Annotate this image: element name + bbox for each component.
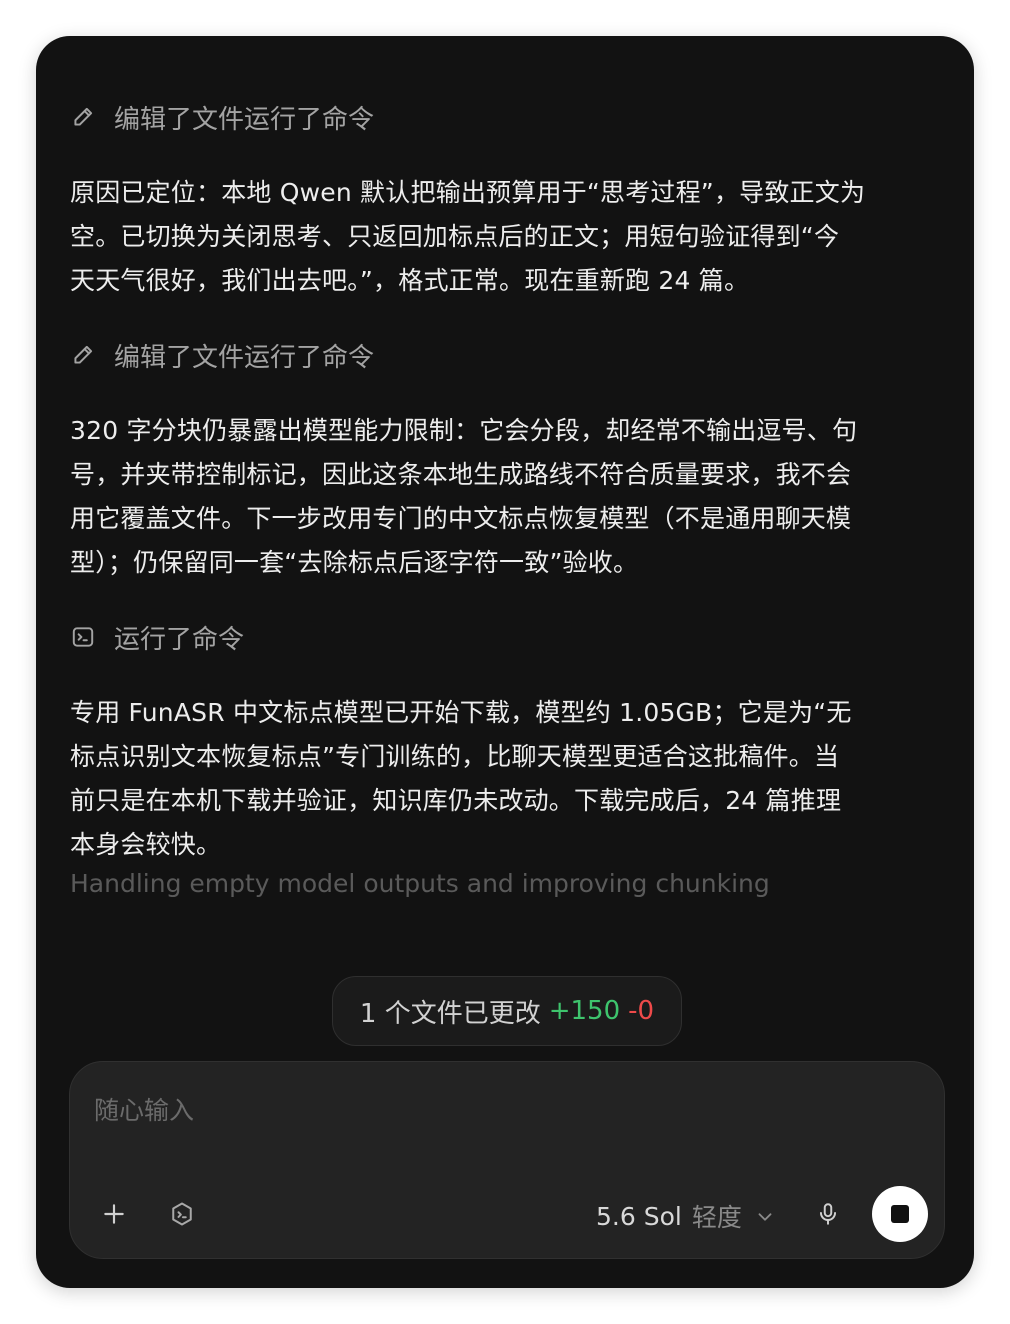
lines-added-count: +150: [548, 996, 621, 1026]
action-label: 运行了命令: [114, 624, 245, 655]
action-edited-files-run-command-1[interactable]: 编辑了文件运行了命令: [70, 97, 374, 137]
reasoning-effort: 轻度: [691, 1203, 742, 1232]
model-selector[interactable]: 5.6 Sol 轻度: [596, 1194, 776, 1238]
assistant-message-2: 320 字分块仍暴露出模型能力限制：它会分段，却经常不输出逗号、句 号，并夹带控…: [70, 409, 944, 585]
model-name: 5.6 Sol: [596, 1201, 682, 1231]
action-run-command[interactable]: 运行了命令: [70, 617, 244, 657]
assistant-message-1: 原因已定位：本地 Qwen 默认把输出预算用于“思考过程”，导致正文为 空。已切…: [70, 171, 944, 303]
message-line: 标点识别文本恢复标点”专门训练的，比聊天模型更适合这批稿件。当: [70, 742, 840, 771]
stop-icon: [891, 1205, 909, 1223]
action-label: 编辑了文件运行了命令: [114, 342, 375, 373]
message-line: 用它覆盖文件。下一步改用专门的中文标点恢复模型（不是通用聊天模: [70, 504, 852, 533]
action-edited-files-run-command-2[interactable]: 编辑了文件运行了命令: [70, 335, 374, 375]
add-attachment-button[interactable]: [94, 1194, 134, 1234]
message-line: 天天气很好，我们出去吧。”，格式正常。现在重新跑 24 篇。: [70, 266, 750, 295]
message-line: 本身会较快。: [70, 830, 222, 859]
voice-input-button[interactable]: [808, 1194, 848, 1234]
composer: 5.6 Sol 轻度: [69, 1061, 945, 1259]
message-line: 空。已切换为关闭思考、只返回加标点后的正文；用短句验证得到“今: [70, 222, 840, 251]
pencil-icon: [70, 342, 96, 368]
plus-icon: [101, 1201, 127, 1227]
assistant-message-3: 专用 FunASR 中文标点模型已开始下载，模型约 1.05GB；它是为“无 标…: [70, 691, 944, 867]
message-line: 专用 FunASR 中文标点模型已开始下载，模型约 1.05GB；它是为“无: [70, 698, 852, 727]
lines-removed-count: -0: [628, 996, 655, 1026]
files-changed-button[interactable]: 1 个文件已更改 +150 -0: [332, 976, 682, 1046]
pencil-icon: [70, 104, 96, 130]
stop-generation-button[interactable]: [872, 1186, 928, 1242]
permissions-button[interactable]: [162, 1194, 202, 1234]
chevron-down-icon: [754, 1205, 776, 1227]
terminal-icon: [70, 624, 96, 650]
thinking-status: Handling empty model outputs and improvi…: [70, 869, 770, 898]
shield-icon: [168, 1200, 196, 1228]
microphone-icon: [815, 1200, 841, 1228]
chat-window: 编辑了文件运行了命令 原因已定位：本地 Qwen 默认把输出预算用于“思考过程”…: [36, 36, 974, 1288]
action-label: 编辑了文件运行了命令: [114, 104, 375, 135]
message-line: 型）；仍保留同一套“去除标点后逐字符一致”验收。: [70, 548, 639, 577]
message-line: 号，并夹带控制标记，因此这条本地生成路线不符合质量要求，我不会: [70, 460, 852, 489]
files-changed-label: 1 个文件已更改: [359, 998, 541, 1029]
message-line: 前只是在本机下载并验证，知识库仍未改动。下载完成后，24 篇推理: [70, 786, 842, 815]
message-line: 原因已定位：本地 Qwen 默认把输出预算用于“思考过程”，导致正文为: [70, 178, 866, 207]
message-line: 320 字分块仍暴露出模型能力限制：它会分段，却经常不输出逗号、句: [70, 416, 858, 445]
message-input[interactable]: [94, 1088, 914, 1132]
